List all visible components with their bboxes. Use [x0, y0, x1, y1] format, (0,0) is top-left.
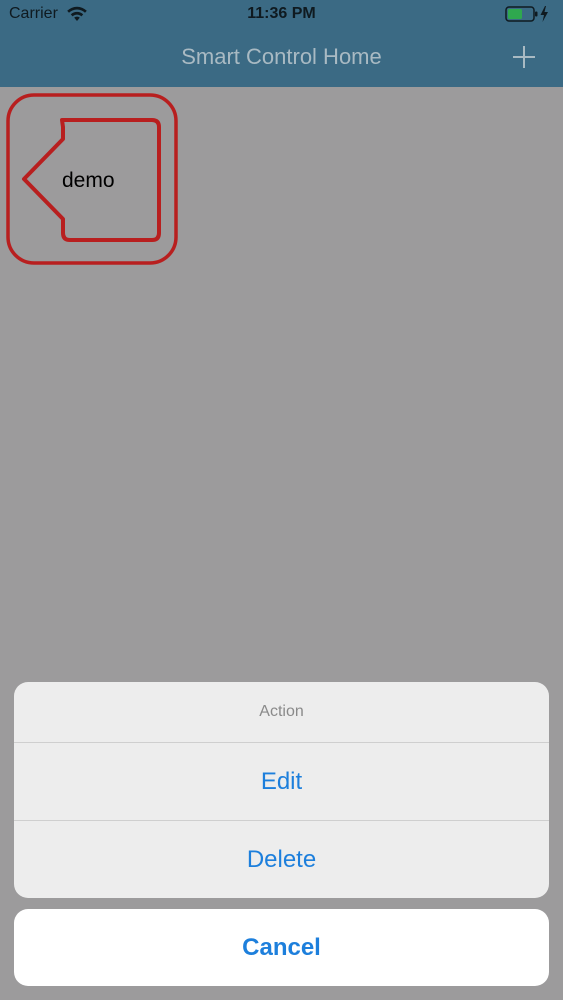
plus-icon: [513, 46, 535, 68]
edit-button[interactable]: Edit: [14, 743, 549, 820]
action-sheet: Action Edit Delete: [14, 682, 549, 898]
status-time: 11:36 PM: [247, 5, 316, 22]
page-title: Smart Control Home: [181, 44, 382, 69]
navigation-bar: Smart Control Home: [0, 30, 563, 87]
battery-charging-icon: [505, 5, 551, 28]
cancel-button[interactable]: Cancel: [14, 909, 549, 986]
status-bar: Carrier 11:36 PM: [0, 0, 563, 30]
home-tile-label: demo: [62, 169, 115, 192]
delete-button[interactable]: Delete: [14, 821, 549, 898]
add-home-button[interactable]: [511, 44, 537, 70]
action-sheet-title: Action: [259, 703, 304, 720]
home-tile-demo[interactable]: demo: [6, 93, 178, 265]
